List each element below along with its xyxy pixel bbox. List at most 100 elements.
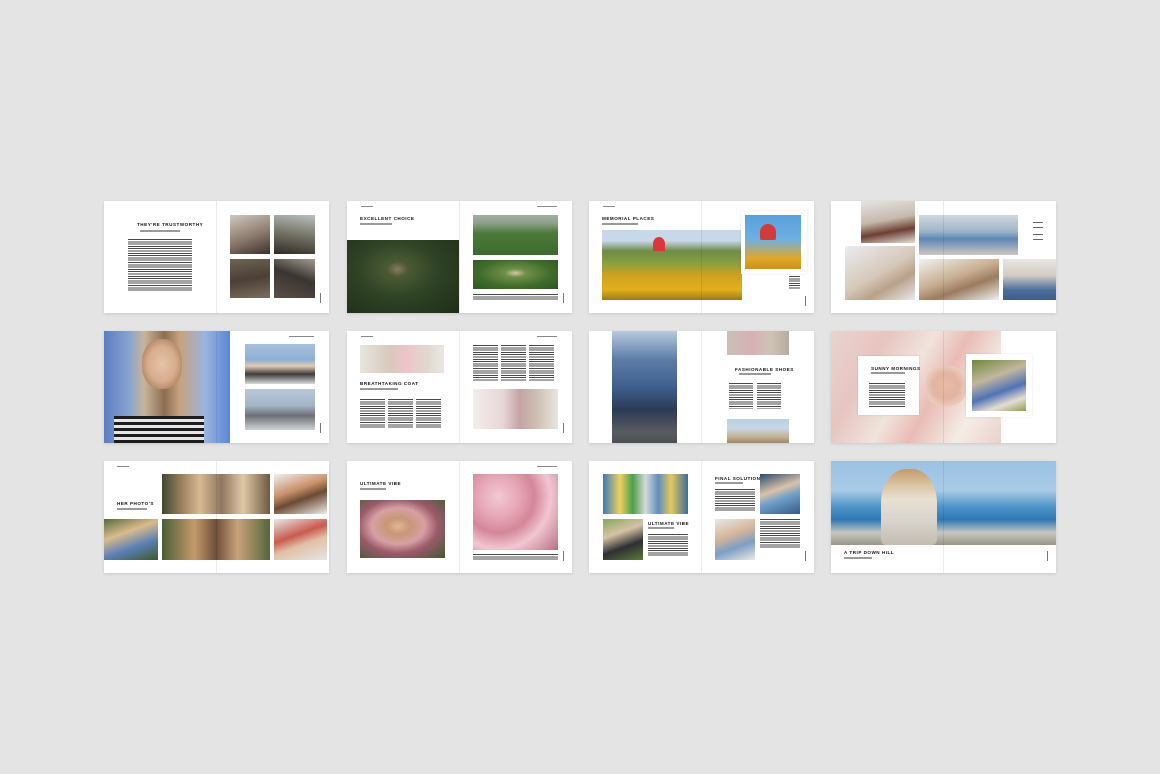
spread-7[interactable]: FASHIONABLE SHOES: [589, 331, 814, 443]
spread-heading: EXCELLENT CHOICE: [360, 216, 415, 221]
photo: [926, 366, 966, 406]
photo: [760, 474, 800, 514]
spread-2[interactable]: EXCELLENT CHOICE: [347, 201, 572, 313]
photo: [845, 246, 915, 300]
body-text: [416, 399, 441, 429]
photo: [603, 519, 643, 560]
subheading: [715, 482, 743, 484]
caption-text: [789, 276, 800, 290]
running-head: [537, 466, 557, 467]
spine: [216, 331, 217, 443]
page-number: [320, 423, 322, 433]
photo: [727, 419, 789, 443]
subheading: [739, 373, 771, 375]
subheading: [360, 223, 392, 225]
body-text: [128, 239, 192, 291]
page-number: [563, 293, 565, 303]
spine: [943, 461, 944, 573]
spine: [943, 201, 944, 313]
running-head: [117, 466, 129, 467]
spread-12[interactable]: A TRIP DOWN HILL: [831, 461, 1056, 573]
spread-heading: SUNNY MORNINGS: [871, 366, 921, 371]
subheading: [117, 508, 147, 510]
photo: [347, 240, 459, 313]
subheading: [844, 557, 872, 559]
photo: [360, 345, 444, 373]
body-text: [729, 383, 753, 409]
photo: [473, 474, 558, 550]
body-text: [501, 345, 526, 381]
photo: [114, 416, 204, 443]
photo: [274, 259, 315, 298]
spread-10[interactable]: ULTIMATE VIBE: [347, 461, 572, 573]
body-text: [757, 383, 781, 409]
spread-5[interactable]: [104, 331, 329, 443]
running-head: [537, 336, 557, 337]
spread-6[interactable]: BREATHTAKING COAT: [347, 331, 572, 443]
spine: [216, 201, 217, 313]
photo: [602, 230, 742, 300]
body-text: [473, 294, 558, 301]
spread-11[interactable]: ULTIMATE VIBE FINAL SOLUTION: [589, 461, 814, 573]
spread-4[interactable]: [831, 201, 1056, 313]
page-number: [805, 551, 807, 561]
spread-heading: FINAL SOLUTION: [715, 476, 761, 481]
spread-heading: HER PHOTO'S: [117, 501, 154, 506]
body-text: [388, 399, 413, 429]
page-number: [320, 293, 322, 303]
photo: [274, 519, 327, 560]
spread-heading: MEMORIAL PLACES: [602, 216, 655, 221]
spread-heading-secondary: ULTIMATE VIBE: [648, 521, 690, 526]
photo: [473, 260, 558, 289]
photo: [360, 500, 445, 558]
body-text: [648, 534, 688, 556]
body-text: [360, 399, 385, 429]
photo: [919, 215, 1018, 255]
photo: [603, 474, 688, 514]
subheading: [648, 527, 674, 529]
photo: [230, 215, 270, 254]
spread-heading: FASHIONABLE SHOES: [735, 367, 794, 372]
photo: [715, 519, 755, 560]
spine: [216, 461, 217, 573]
caption-text: [1033, 227, 1043, 229]
photo: [230, 259, 270, 298]
caption-text: [1033, 239, 1043, 241]
spread-8[interactable]: SUNNY MORNINGS: [831, 331, 1056, 443]
running-head: [603, 206, 615, 207]
photo: [745, 215, 801, 269]
photo: [473, 215, 558, 255]
photo: [104, 519, 158, 560]
spread-heading: A TRIP DOWN HILL: [844, 550, 895, 555]
body-text: [760, 519, 800, 549]
photo: [612, 331, 677, 443]
spine: [459, 331, 460, 443]
spread-1[interactable]: THEY'RE TRUSTWORTHY: [104, 201, 329, 313]
spread-heading: THEY'RE TRUSTWORTHY: [137, 222, 204, 227]
page-number: [1047, 551, 1049, 561]
photo: [760, 224, 776, 240]
subheading: [602, 223, 638, 225]
photo: [881, 469, 937, 545]
spine: [459, 201, 460, 313]
photo: [245, 389, 315, 430]
subheading: [140, 230, 180, 232]
photo: [473, 389, 558, 429]
subheading: [360, 388, 398, 390]
body-text: [473, 554, 558, 561]
running-head: [361, 206, 373, 207]
spine: [943, 331, 944, 443]
spread-3[interactable]: MEMORIAL PLACES: [589, 201, 814, 313]
page-number: [563, 551, 565, 561]
subheading: [360, 488, 386, 490]
body-text: [529, 345, 554, 381]
page-number: [563, 423, 565, 433]
spread-9[interactable]: HER PHOTO'S: [104, 461, 329, 573]
spine: [701, 201, 702, 313]
photo: [274, 215, 315, 254]
body-text: [473, 345, 498, 381]
photo: [1003, 259, 1056, 300]
subheading: [871, 372, 905, 374]
photo: [919, 259, 999, 300]
spread-heading: BREATHTAKING COAT: [360, 381, 419, 386]
